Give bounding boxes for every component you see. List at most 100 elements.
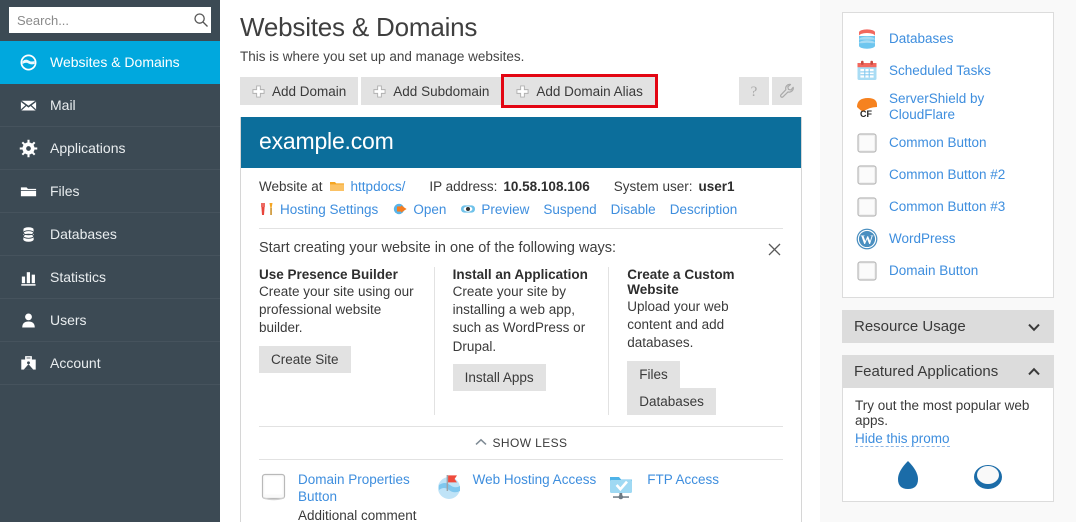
sidebar-item-files[interactable]: Files: [0, 170, 220, 213]
tool-item-domain-button[interactable]: Domain Button: [855, 255, 1041, 287]
databases-button[interactable]: Databases: [627, 388, 716, 415]
add-domain-button[interactable]: Add Domain: [240, 77, 358, 105]
ftp-access-link[interactable]: FTP Access: [608, 472, 783, 522]
open-action[interactable]: Open: [392, 201, 446, 217]
page-subtitle: This is where you set up and manage webs…: [240, 49, 820, 64]
webroot-link[interactable]: httpdocs/: [351, 179, 406, 194]
envelope-icon: [18, 95, 38, 115]
link-label[interactable]: Domain Properties Button: [298, 472, 410, 504]
accordion-header-resource-usage[interactable]: Resource Usage: [842, 310, 1054, 343]
promo-column-text: Create your site using our professional …: [259, 283, 418, 338]
chevron-up-icon: [1026, 364, 1042, 380]
sidebar-nav: Websites & Domains Mail: [0, 41, 220, 385]
tool-item-servershield-cloudflare[interactable]: CF ServerShield by CloudFlare: [855, 87, 1041, 127]
system-user-value: user1: [699, 179, 735, 194]
tool-item-common-button-2[interactable]: Common Button #2: [855, 159, 1041, 191]
sidebar-item-applications[interactable]: Applications: [0, 127, 220, 170]
sidebar-item-label: Statistics: [50, 270, 106, 284]
hosting-settings-action[interactable]: Hosting Settings: [259, 201, 378, 217]
install-apps-button[interactable]: Install Apps: [453, 364, 546, 391]
promo-column-title: Install an Application: [453, 267, 593, 282]
tool-item-common-button[interactable]: Common Button: [855, 127, 1041, 159]
domain-properties-link[interactable]: Domain Properties Button Additional comm…: [259, 472, 434, 522]
toolbar: Add Domain Add Subdomain Add Domain Alia…: [240, 76, 820, 106]
sidebar-item-websites-domains[interactable]: Websites & Domains: [0, 41, 220, 84]
ip-address-label: IP address:: [429, 179, 497, 194]
button-label: Add Domain: [272, 84, 346, 99]
blank-button-icon: [855, 259, 879, 283]
action-label[interactable]: Preview: [481, 202, 529, 217]
toolbar-right-group: ?: [739, 77, 820, 105]
search-icon[interactable]: [193, 12, 209, 28]
link-label[interactable]: FTP Access: [647, 472, 719, 487]
sidebar-item-users[interactable]: Users: [0, 299, 220, 342]
action-label[interactable]: Open: [413, 202, 446, 217]
folder-icon: [18, 181, 38, 201]
tool-item-common-button-3[interactable]: Common Button #3: [855, 191, 1041, 223]
promo-column-text: Upload your web content and add database…: [627, 298, 767, 353]
chevron-down-icon: [1026, 319, 1042, 335]
tool-label: Domain Button: [889, 263, 978, 279]
search-box[interactable]: [9, 7, 211, 33]
add-subdomain-button[interactable]: Add Subdomain: [361, 77, 501, 105]
database-icon: [18, 224, 38, 244]
close-icon[interactable]: [766, 241, 783, 258]
promo-columns: Use Presence Builder Create your site us…: [259, 267, 783, 415]
tool-item-scheduled-tasks[interactable]: Scheduled Tasks: [855, 55, 1041, 87]
files-button[interactable]: Files: [627, 361, 680, 388]
website-at-label: Website at: [259, 179, 323, 194]
blank-button-icon: [855, 163, 879, 187]
right-panel: Databases Scheduled Tasks: [820, 0, 1076, 522]
tools-box: Databases Scheduled Tasks: [842, 12, 1054, 298]
promo-column-install-application: Install an Application Create your site …: [434, 267, 609, 415]
briefcase-icon: [18, 353, 38, 373]
show-less-toggle[interactable]: SHOW LESS: [259, 426, 783, 460]
suspend-action[interactable]: Suspend: [543, 202, 596, 217]
sidebar-item-databases[interactable]: Databases: [0, 213, 220, 256]
plus-icon: [252, 85, 265, 98]
description-action[interactable]: Description: [670, 202, 738, 217]
domain-info-row: Website at httpdocs/ IP address: 10.58.1…: [259, 178, 783, 194]
domain-card-body: Website at httpdocs/ IP address: 10.58.1…: [241, 168, 801, 522]
eye-icon: [460, 201, 476, 217]
accordion-title: Featured Applications: [854, 363, 1026, 380]
tool-item-wordpress[interactable]: W WordPress: [855, 223, 1041, 255]
chevron-up-icon: [475, 438, 487, 447]
plus-icon: [516, 85, 529, 98]
promo-heading-row: Start creating your website in one of th…: [259, 240, 783, 258]
disable-action[interactable]: Disable: [611, 202, 656, 217]
settings-button[interactable]: [772, 77, 802, 105]
database-icon: [855, 27, 879, 51]
open-arrow-icon: [392, 201, 408, 217]
accordion-header-featured-applications[interactable]: Featured Applications: [842, 355, 1054, 388]
web-hosting-access-link[interactable]: Web Hosting Access: [434, 472, 609, 522]
hide-promo-link[interactable]: Hide this promo: [855, 431, 950, 447]
svg-text:W: W: [861, 232, 874, 247]
tool-label: Common Button #3: [889, 199, 1005, 215]
calendar-icon: [855, 59, 879, 83]
search-input[interactable]: [17, 13, 193, 28]
link-sub: Additional comment: [298, 508, 434, 522]
sidebar-item-statistics[interactable]: Statistics: [0, 256, 220, 299]
link-text-group: Domain Properties Button Additional comm…: [298, 472, 434, 522]
sidebar: Websites & Domains Mail: [0, 0, 220, 522]
drupal-icon[interactable]: [888, 457, 928, 491]
create-site-button[interactable]: Create Site: [259, 346, 351, 373]
link-label[interactable]: Web Hosting Access: [473, 472, 597, 487]
featured-app-icons: [855, 457, 1041, 491]
action-label[interactable]: Hosting Settings: [280, 202, 378, 217]
help-button[interactable]: ?: [739, 77, 769, 105]
question-mark-icon: ?: [746, 82, 762, 100]
button-label: Add Subdomain: [393, 84, 489, 99]
blank-button-icon: [259, 472, 289, 502]
sidebar-item-account[interactable]: Account: [0, 342, 220, 385]
add-domain-alias-button[interactable]: Add Domain Alias: [504, 77, 655, 105]
joomla-icon[interactable]: [968, 457, 1008, 491]
blank-button-icon: [855, 195, 879, 219]
sidebar-item-label: Websites & Domains: [50, 55, 180, 69]
tool-item-databases[interactable]: Databases: [855, 23, 1041, 55]
accordion-title: Resource Usage: [854, 318, 1026, 335]
preview-action[interactable]: Preview: [460, 201, 529, 217]
sidebar-item-mail[interactable]: Mail: [0, 84, 220, 127]
bottom-links-row: Domain Properties Button Additional comm…: [259, 460, 783, 522]
